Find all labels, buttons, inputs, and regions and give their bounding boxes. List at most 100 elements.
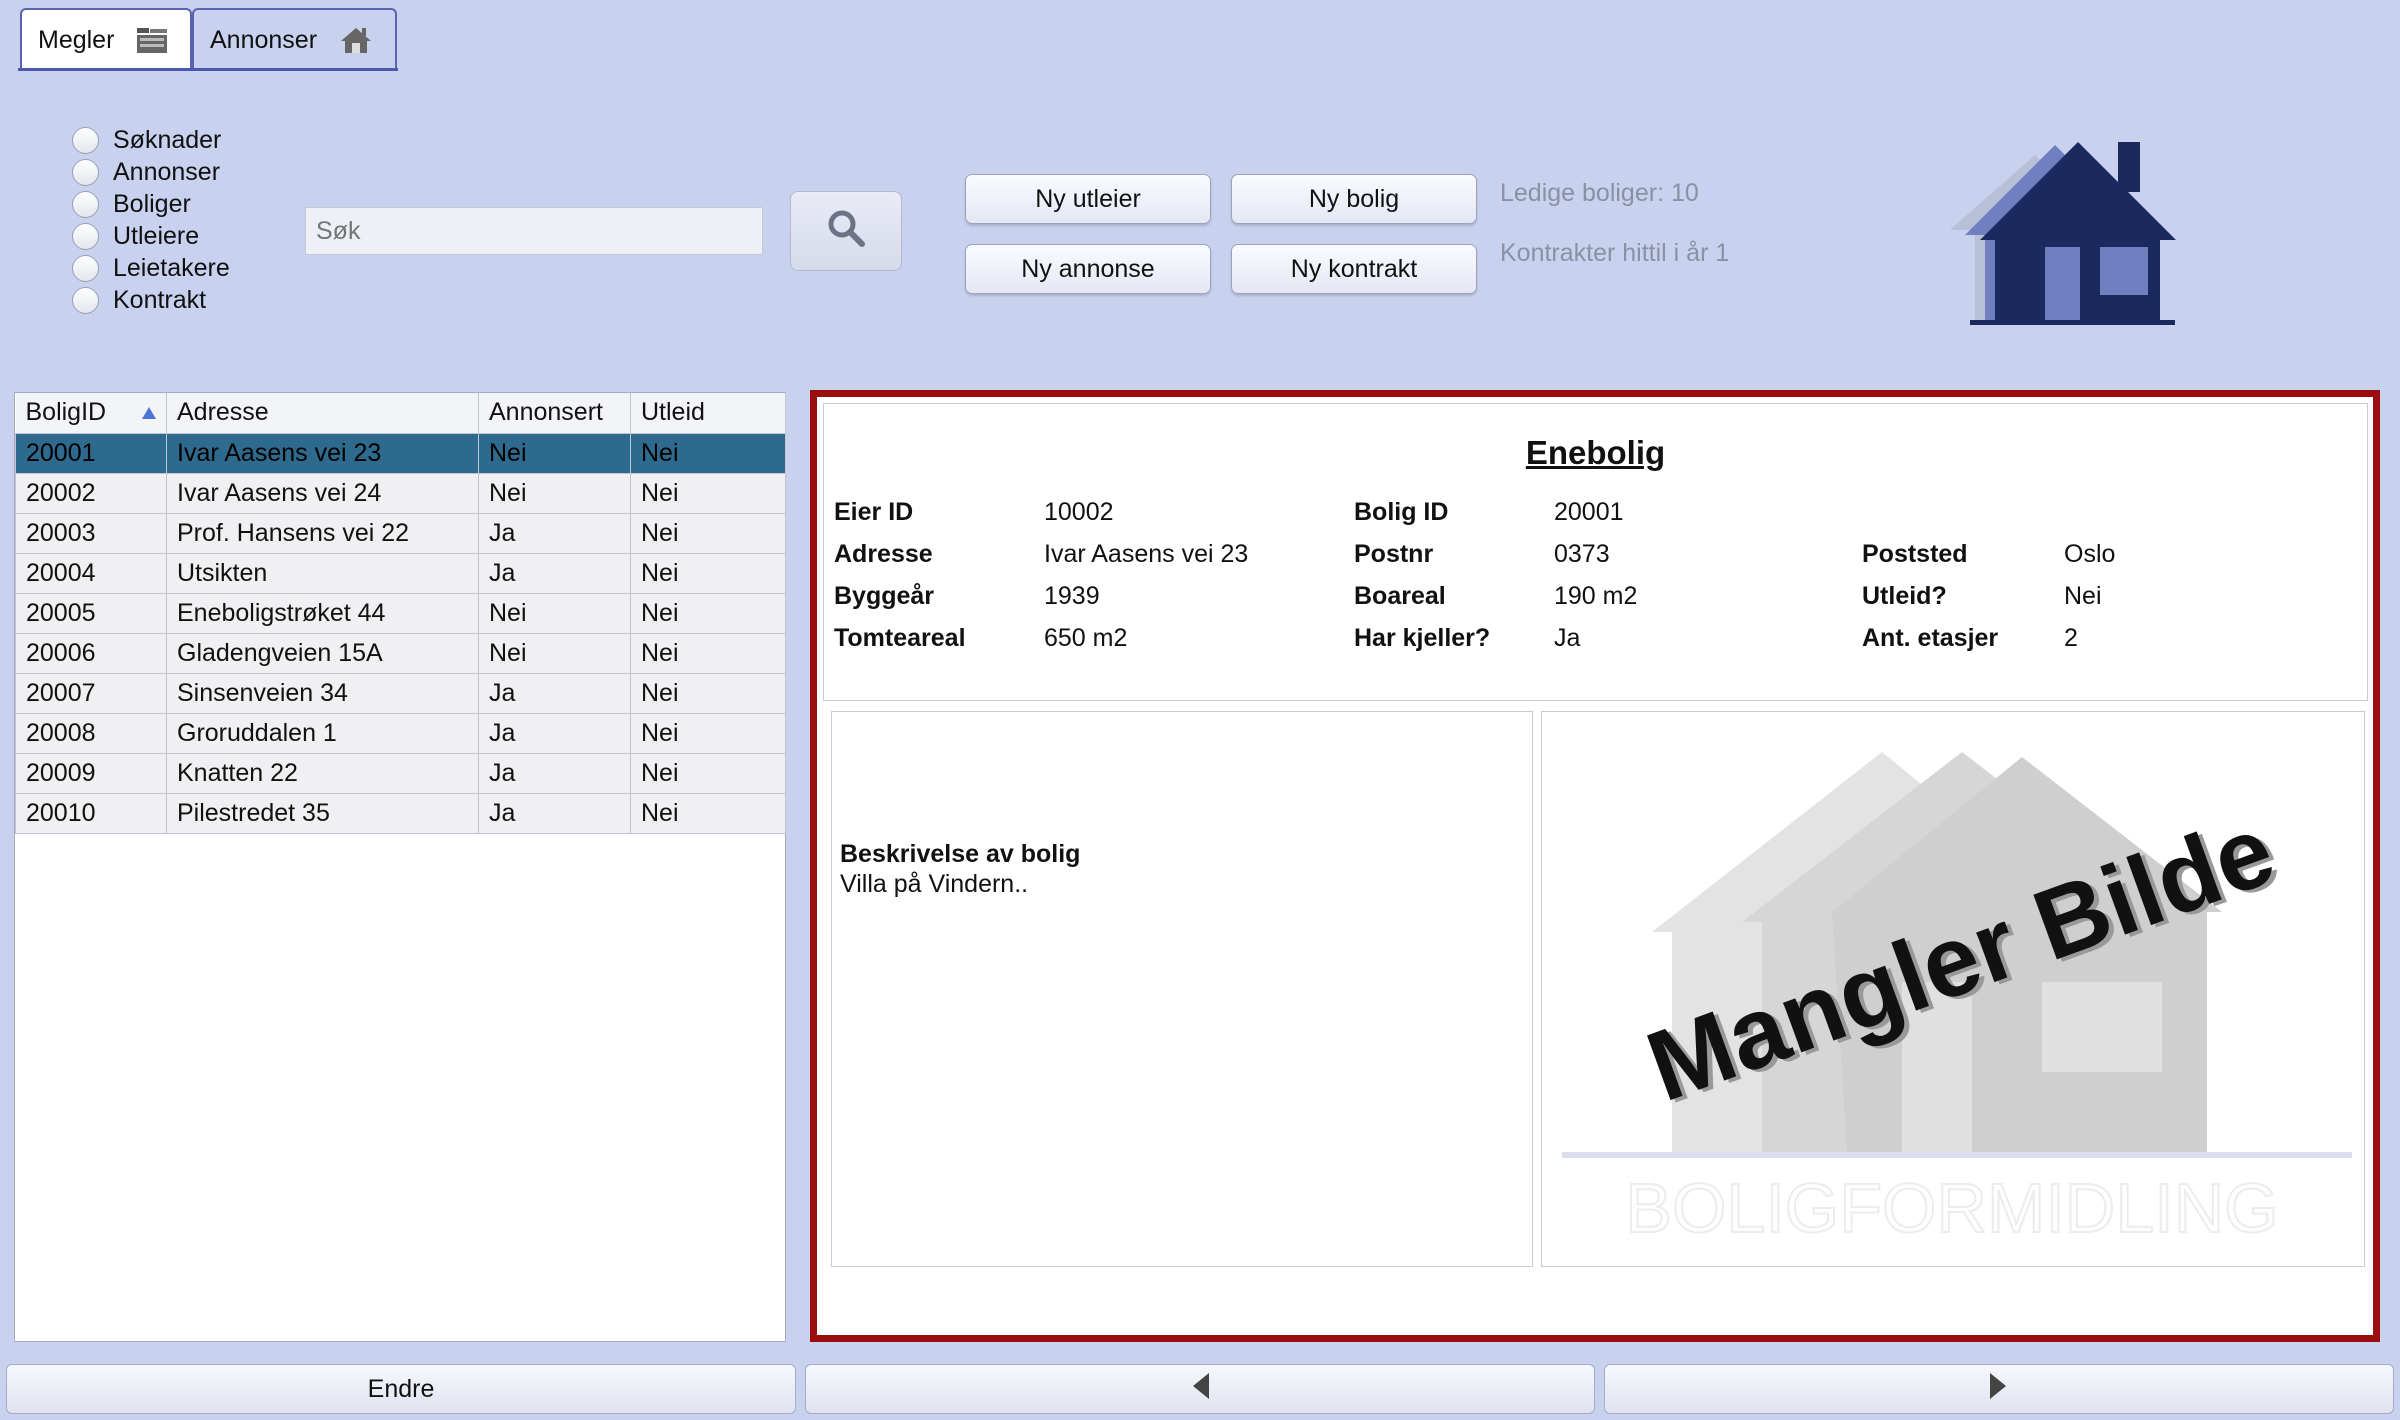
- postal-code-label: Postnr: [1354, 540, 1434, 568]
- address-label: Adresse: [834, 540, 933, 568]
- radio-button[interactable]: [72, 254, 99, 282]
- cell-utleid[interactable]: Nei: [630, 792, 786, 834]
- cell-boligid[interactable]: 20001: [15, 432, 167, 474]
- cell-adresse[interactable]: Gladengveien 15A: [166, 632, 479, 674]
- property-table[interactable]: BoligID Adresse Annonsert Utleid 20001 Iv…: [14, 392, 786, 1342]
- table-row[interactable]: 20005 Eneboligstrøket 44 Nei Nei: [15, 592, 786, 634]
- cell-adresse[interactable]: Knatten 22: [166, 752, 479, 794]
- next-button[interactable]: [1604, 1364, 2394, 1414]
- arrow-right-icon: [1988, 1371, 2010, 1408]
- search-input[interactable]: [305, 207, 763, 255]
- cell-annonsert[interactable]: Nei: [478, 432, 631, 474]
- property-image-placeholder: BOLIGFORMIDLING Mangler Bilde Mangler Bi…: [1541, 711, 2365, 1267]
- radio-utleiere[interactable]: Utleiere: [72, 220, 272, 252]
- radio-button[interactable]: [72, 222, 99, 250]
- cell-annonsert[interactable]: Ja: [478, 712, 631, 754]
- tab-annonser[interactable]: Annonser: [192, 8, 397, 70]
- cell-adresse[interactable]: Ivar Aasens vei 23: [166, 432, 479, 474]
- radio-leietakere[interactable]: Leietakere: [72, 252, 272, 284]
- cell-annonsert[interactable]: Ja: [478, 792, 631, 834]
- cell-adresse[interactable]: Prof. Hansens vei 22: [166, 512, 479, 554]
- cell-boligid[interactable]: 20005: [15, 592, 167, 634]
- radio-button[interactable]: [72, 286, 99, 314]
- table-row[interactable]: 20003 Prof. Hansens vei 22 Ja Nei: [15, 512, 786, 554]
- available-properties-count: Ledige boliger: 10: [1500, 179, 1699, 207]
- cell-boligid[interactable]: 20004: [15, 552, 167, 594]
- cell-utleid[interactable]: Nei: [630, 672, 786, 714]
- cell-utleid[interactable]: Nei: [630, 432, 786, 474]
- cell-utleid[interactable]: Nei: [630, 472, 786, 514]
- search-button[interactable]: [790, 191, 902, 271]
- cell-adresse[interactable]: Groruddalen 1: [166, 712, 479, 754]
- property-info-section: Enebolig Eier ID 10002 Bolig ID 20001 Ad…: [823, 403, 2368, 701]
- table-row[interactable]: 20008 Groruddalen 1 Ja Nei: [15, 712, 786, 754]
- new-ad-button[interactable]: Ny annonse: [965, 244, 1211, 294]
- cell-utleid[interactable]: Nei: [630, 552, 786, 594]
- tab-megler-label: Megler: [38, 25, 115, 54]
- new-landlord-button[interactable]: Ny utleier: [965, 174, 1211, 224]
- previous-button[interactable]: [805, 1364, 1595, 1414]
- edit-button[interactable]: Endre: [6, 1364, 796, 1414]
- table-row[interactable]: 20004 Utsikten Ja Nei: [15, 552, 786, 594]
- cell-utleid[interactable]: Nei: [630, 752, 786, 794]
- cell-annonsert[interactable]: Ja: [478, 512, 631, 554]
- cell-boligid[interactable]: 20003: [15, 512, 167, 554]
- cell-adresse[interactable]: Pilestredet 35: [166, 792, 479, 834]
- cell-utleid[interactable]: Nei: [630, 592, 786, 634]
- cell-annonsert[interactable]: Ja: [478, 672, 631, 714]
- contracts-count: Kontrakter hittil i år 1: [1500, 239, 1730, 267]
- cell-boligid[interactable]: 20008: [15, 712, 167, 754]
- cell-utleid[interactable]: Nei: [630, 712, 786, 754]
- cell-boligid[interactable]: 20007: [15, 672, 167, 714]
- cell-utleid[interactable]: Nei: [630, 512, 786, 554]
- radio-kontrakt[interactable]: Kontrakt: [72, 284, 272, 316]
- radio-label: Søknader: [113, 125, 222, 154]
- tab-megler[interactable]: Megler: [20, 8, 192, 70]
- new-property-button[interactable]: Ny bolig: [1231, 174, 1477, 224]
- tab-annonser-label: Annonser: [210, 25, 318, 54]
- cell-annonsert[interactable]: Ja: [478, 752, 631, 794]
- cell-boligid[interactable]: 20002: [15, 472, 167, 514]
- radio-annonser[interactable]: Annonser: [72, 156, 272, 188]
- table-row[interactable]: 20010 Pilestredet 35 Ja Nei: [15, 792, 786, 834]
- radio-button[interactable]: [72, 126, 99, 154]
- build-year-value: 1939: [1044, 582, 1100, 610]
- description-section: Beskrivelse av bolig Villa på Vindern..: [831, 711, 1533, 1267]
- radio-button[interactable]: [72, 190, 99, 218]
- radio-button[interactable]: [72, 158, 99, 186]
- table-row[interactable]: 20001 Ivar Aasens vei 23 Nei Nei: [15, 432, 786, 474]
- column-header-boligid[interactable]: BoligID: [15, 393, 167, 434]
- column-header-annonsert[interactable]: Annonsert: [478, 393, 631, 434]
- property-id-label: Bolig ID: [1354, 498, 1449, 526]
- cell-annonsert[interactable]: Nei: [478, 592, 631, 634]
- table-row[interactable]: 20007 Sinsenveien 34 Ja Nei: [15, 672, 786, 714]
- watermark-text: BOLIGFORMIDLING: [1625, 1169, 2278, 1247]
- cell-utleid[interactable]: Nei: [630, 632, 786, 674]
- plot-area-value: 650 m2: [1044, 624, 1128, 652]
- radio-label: Utleiere: [113, 221, 200, 250]
- cell-boligid[interactable]: 20009: [15, 752, 167, 794]
- cell-adresse[interactable]: Eneboligstrøket 44: [166, 592, 479, 634]
- table-row[interactable]: 20009 Knatten 22 Ja Nei: [15, 752, 786, 794]
- cell-annonsert[interactable]: Nei: [478, 632, 631, 674]
- column-header-label: BoligID: [25, 398, 107, 427]
- cell-adresse[interactable]: Utsikten: [166, 552, 479, 594]
- property-id-value: 20001: [1554, 498, 1624, 526]
- cell-adresse[interactable]: Ivar Aasens vei 24: [166, 472, 479, 514]
- column-header-adresse[interactable]: Adresse: [166, 393, 479, 434]
- cell-boligid[interactable]: 20006: [15, 632, 167, 674]
- property-type-title: Enebolig: [1525, 434, 1666, 471]
- sort-ascending-icon: [142, 407, 156, 419]
- cell-boligid[interactable]: 20010: [15, 792, 167, 834]
- table-row[interactable]: 20002 Ivar Aasens vei 24 Nei Nei: [15, 472, 786, 514]
- cell-adresse[interactable]: Sinsenveien 34: [166, 672, 479, 714]
- column-header-utleid[interactable]: Utleid: [630, 393, 786, 434]
- cell-annonsert[interactable]: Ja: [478, 552, 631, 594]
- radio-boliger[interactable]: Boliger: [72, 188, 272, 220]
- radio-soknader[interactable]: Søknader: [72, 124, 272, 156]
- tab-bar: Megler Annonser: [0, 0, 2400, 72]
- postal-code-value: 0373: [1554, 540, 1610, 568]
- new-contract-button[interactable]: Ny kontrakt: [1231, 244, 1477, 294]
- cell-annonsert[interactable]: Nei: [478, 472, 631, 514]
- table-row[interactable]: 20006 Gladengveien 15A Nei Nei: [15, 632, 786, 674]
